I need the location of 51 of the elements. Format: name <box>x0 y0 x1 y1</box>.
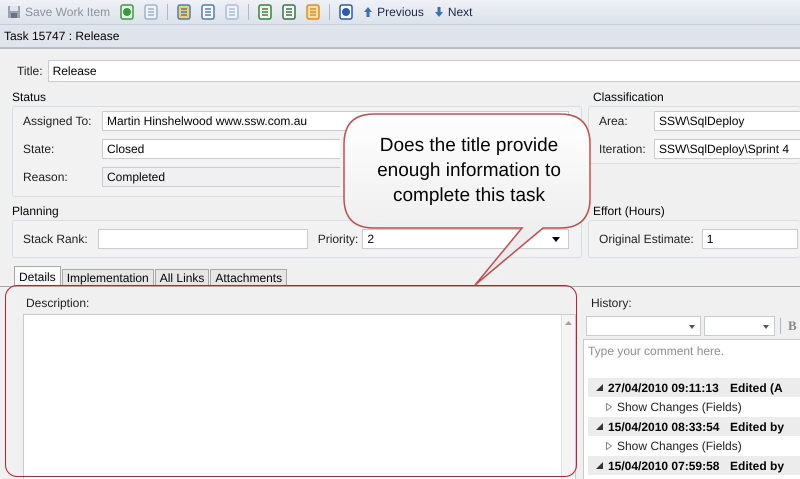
next-button[interactable]: Next <box>430 3 476 21</box>
expand-icon <box>596 423 603 430</box>
text-field[interactable]: 1 <box>702 229 798 249</box>
previous-button[interactable]: Previous <box>360 3 427 21</box>
group-heading: Status <box>12 90 46 104</box>
text-field[interactable]: SSW\SqlDeploy\Sprint 4 <box>654 139 800 159</box>
tab[interactable]: Attachments <box>210 269 288 286</box>
caret-icon <box>689 325 695 329</box>
text-field[interactable] <box>98 229 308 249</box>
show-changes-row[interactable]: Show Changes (Fields) <box>588 436 800 456</box>
field-label: Reason: <box>23 170 69 184</box>
field-label: Original Estimate: <box>599 232 694 246</box>
field-label: History: <box>591 296 633 310</box>
text-field[interactable]: SSW\SqlDeploy <box>654 111 800 131</box>
history-entry-header[interactable]: 15/04/2010 07:59:58 Edited by <box>588 456 800 475</box>
font-dropdown[interactable] <box>586 316 701 336</box>
caret-icon <box>552 237 560 242</box>
field-label: Area: <box>599 114 629 128</box>
tab[interactable]: All Links <box>154 269 210 286</box>
history-entry-header[interactable]: 27/04/2010 09:11:13 Edited (A <box>588 378 800 397</box>
text-field[interactable]: Completed <box>102 167 340 187</box>
tab[interactable]: Implementation <box>62 269 154 286</box>
callout-text: Does the title provide enough information to complete this task <box>376 134 562 208</box>
document-title: Task 15747 : Release <box>4 29 120 43</box>
show-changes-row[interactable]: Show Changes (Fields) <box>588 397 800 417</box>
expand-icon <box>606 403 612 411</box>
caret-icon <box>763 325 769 329</box>
text-field[interactable]: Closed <box>102 139 340 159</box>
group-heading: Classification <box>593 90 664 104</box>
field-label: Priority: <box>318 232 358 246</box>
field-label: State: <box>23 142 56 156</box>
expand-icon <box>596 384 603 391</box>
scroll-up-icon <box>565 321 572 325</box>
expand-icon <box>606 442 612 450</box>
field-label: Description: <box>26 296 90 310</box>
field-label: Title: <box>17 64 43 78</box>
save-icon <box>7 5 21 19</box>
field-label: Stack Rank: <box>23 232 88 246</box>
history-entry-header[interactable]: 15/04/2010 08:33:54 Edited by <box>588 417 800 436</box>
group-heading: Effort (Hours) <box>593 204 665 218</box>
dropdown-field[interactable]: 2 <box>362 229 569 249</box>
tab[interactable]: Details <box>14 266 61 286</box>
expand-icon <box>596 462 603 469</box>
title-field[interactable]: Release <box>48 60 800 82</box>
group-heading: Planning <box>12 204 59 218</box>
field-label: Assigned To: <box>23 114 92 128</box>
scrollbar[interactable] <box>561 315 575 479</box>
field-label: Iteration: <box>599 142 647 156</box>
up-arrow-icon <box>363 6 374 18</box>
down-arrow-icon <box>434 6 444 18</box>
size-dropdown[interactable] <box>704 316 775 336</box>
